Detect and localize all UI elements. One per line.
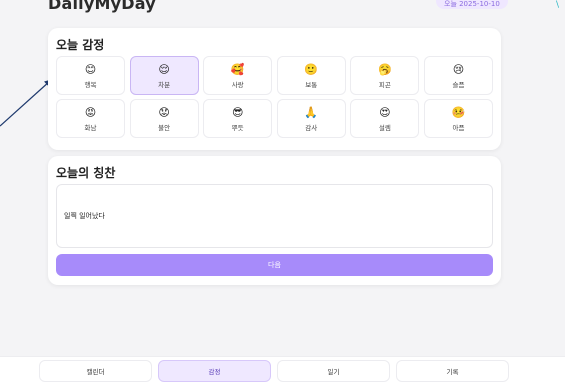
slightly-smiling-face-icon: 🙂 — [304, 62, 319, 76]
emotions-card-title: 오늘 감정 — [56, 38, 105, 52]
emotion-button[interactable]: 😢 슬픔 — [423, 56, 493, 95]
emotion-label: 슬픔 — [452, 80, 465, 89]
relieved-face-icon: 😌 — [158, 62, 170, 76]
emotion-label: 보통 — [305, 80, 318, 89]
tab-records[interactable]: 기록 — [396, 360, 509, 382]
emotion-button[interactable]: 🙏 감사 — [276, 99, 346, 138]
emotion-label: 사랑 — [231, 80, 244, 89]
tab-emotion[interactable]: 감정 — [158, 360, 271, 382]
praise-card-title: 오늘의 칭찬 — [56, 166, 116, 180]
emotion-label: 차분 — [158, 80, 171, 89]
folded-hands-icon: 🙏 — [304, 105, 319, 119]
emotion-button[interactable]: 😊 행복 — [56, 56, 125, 95]
yawning-face-icon: 🥱 — [378, 62, 392, 76]
date-badge: 오늘 2025-10-10 — [436, 0, 508, 9]
emotion-button[interactable]: 🙂 보통 — [276, 56, 346, 95]
next-button[interactable]: 다음 — [56, 254, 493, 276]
emotion-button[interactable]: 🥱 피곤 — [350, 56, 420, 95]
emotion-label: 불안 — [158, 123, 171, 132]
emotion-button[interactable]: 😌 차분 — [129, 56, 199, 95]
heart-eyes-face-icon: 😍 — [379, 105, 391, 119]
bottom-nav: 캘린더 감정 일기 기록 — [0, 356, 565, 383]
app-title: DailyMyDay — [48, 0, 156, 13]
emotion-button[interactable]: 😎 뿌듯 — [203, 99, 273, 138]
praise-input[interactable]: 일찍 일어났다 — [56, 184, 493, 248]
emotion-button[interactable]: 😡 화남 — [56, 99, 125, 138]
emotion-grid: 😊 행복 😌 차분 🥰 사랑 🙂 보통 🥱 피곤 😢 슬픔 😡 화남 😟 불안 … — [56, 56, 493, 138]
emotion-label: 행복 — [84, 80, 97, 89]
tab-diary[interactable]: 일기 — [277, 360, 390, 382]
emotion-label: 피곤 — [378, 80, 391, 89]
emotion-button[interactable]: 😟 불안 — [129, 99, 199, 138]
sick-face-icon: 🤒 — [451, 105, 466, 119]
emotion-button[interactable]: 🤒 아픔 — [423, 99, 493, 138]
angry-face-icon: 😡 — [84, 105, 97, 119]
emotion-label: 화남 — [84, 123, 97, 132]
sunglasses-face-icon: 😎 — [231, 105, 244, 119]
emotion-button[interactable]: 😍 설렘 — [350, 99, 420, 138]
emotion-button[interactable]: 🥰 사랑 — [203, 56, 273, 95]
smiling-hearts-face-icon: 🥰 — [230, 62, 245, 76]
smiling-face-icon: 😊 — [84, 62, 97, 76]
emotion-label: 감사 — [305, 123, 318, 132]
emotion-label: 설렘 — [378, 123, 391, 132]
emotion-label: 아픔 — [452, 123, 465, 132]
emotion-label: 뿌듯 — [231, 123, 244, 132]
worried-face-icon: 😟 — [158, 105, 170, 119]
corner-mark: \ — [556, 0, 560, 10]
praise-card: 오늘의 칭찬 일찍 일어났다 다음 — [48, 156, 501, 285]
tab-calendar[interactable]: 캘린더 — [39, 360, 152, 382]
crying-face-icon: 😢 — [452, 62, 465, 76]
emotions-card: 오늘 감정 😊 행복 😌 차분 🥰 사랑 🙂 보통 🥱 피곤 😢 슬픔 😡 화남 — [48, 28, 501, 150]
